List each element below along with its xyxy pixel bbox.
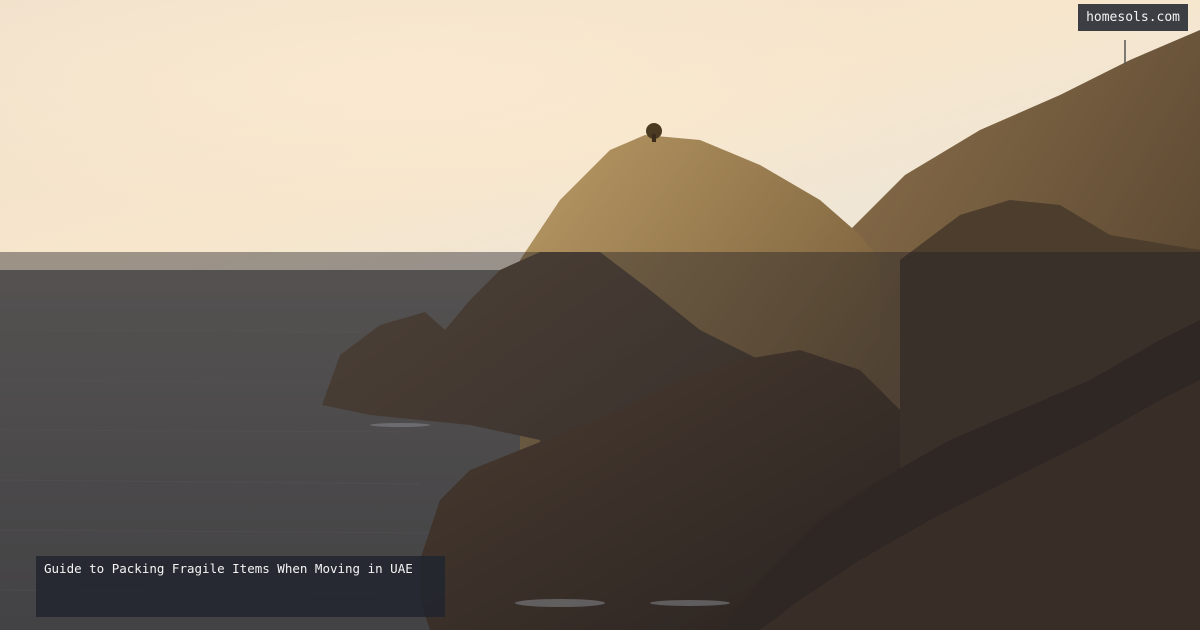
article-caption-box: Guide to Packing Fragile Items When Movi… <box>36 556 445 617</box>
hero-banner: homesols.com Guide to Packing Fragile It… <box>0 0 1200 630</box>
article-title: Guide to Packing Fragile Items When Movi… <box>44 561 413 576</box>
site-name: homesols.com <box>1086 10 1180 25</box>
site-name-badge: homesols.com <box>1078 4 1188 31</box>
